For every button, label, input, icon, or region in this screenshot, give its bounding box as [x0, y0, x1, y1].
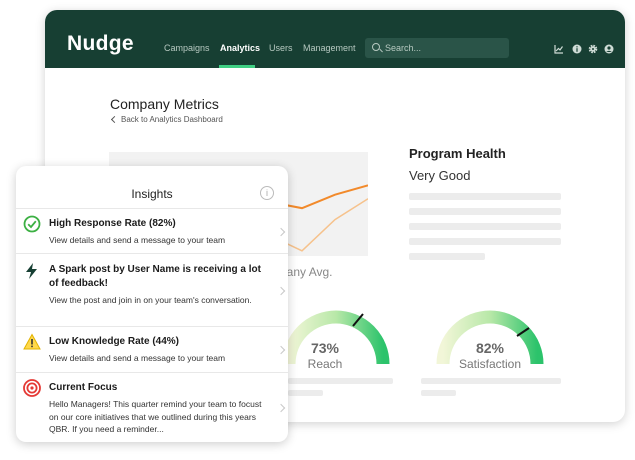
search-placeholder: Search...: [385, 43, 422, 53]
back-link[interactable]: Back to Analytics Dashboard: [110, 115, 223, 124]
placeholder-line: [409, 238, 561, 245]
back-link-label: Back to Analytics Dashboard: [121, 115, 223, 124]
insight-desc: View details and send a message to your …: [49, 353, 226, 363]
insights-title: Insights: [131, 187, 173, 201]
insight-title: High Response Rate (82%): [49, 218, 176, 229]
chevron-right-icon: [276, 286, 286, 296]
placeholder-line: [409, 223, 561, 230]
info-icon[interactable]: i: [260, 186, 274, 200]
insight-desc: View the post and join in on your team's…: [49, 295, 252, 305]
insight-title: A Spark post by User Name is receiving a…: [49, 264, 261, 289]
placeholder-line: [288, 378, 393, 384]
chevron-right-icon: [276, 227, 286, 237]
divider: [16, 208, 288, 209]
placeholder-line: [409, 208, 561, 215]
satisfaction-value: 82%: [475, 340, 505, 356]
nav-campaigns[interactable]: Campaigns: [164, 43, 210, 53]
target-icon: [23, 379, 41, 397]
chevron-right-icon: [276, 403, 286, 413]
placeholder-line: [421, 390, 456, 396]
user-icon[interactable]: [604, 44, 614, 54]
check-circle-icon: [23, 215, 41, 233]
insight-title: Low Knowledge Rate (44%): [49, 336, 180, 347]
chart-icon[interactable]: [554, 44, 564, 54]
info-icon[interactable]: [572, 44, 582, 54]
insight-desc: View details and send a message to your …: [49, 235, 226, 245]
insight-desc: Hello Managers! This quarter remind your…: [49, 399, 262, 434]
chevron-left-icon: [110, 115, 119, 124]
divider: [16, 372, 288, 373]
insight-title: Current Focus: [49, 382, 118, 393]
search-input[interactable]: Search...: [365, 38, 509, 58]
warning-icon: [23, 333, 41, 350]
program-health-title: Program Health: [409, 146, 506, 161]
placeholder-line: [288, 390, 323, 396]
insights-panel: Insights i High Response Rate (82%) View…: [16, 166, 288, 442]
top-nav-bar: Nudge Campaigns Analytics Users Manageme…: [45, 10, 625, 68]
placeholder-line: [409, 193, 561, 200]
nav-analytics[interactable]: Analytics: [220, 43, 260, 53]
divider: [16, 253, 288, 254]
divider: [16, 326, 288, 327]
placeholder-line: [409, 253, 485, 260]
gear-icon[interactable]: [588, 44, 598, 54]
chevron-right-icon: [276, 345, 286, 355]
app-logo[interactable]: Nudge: [67, 32, 134, 56]
placeholder-line: [421, 378, 561, 384]
program-health-value: Very Good: [409, 168, 471, 183]
satisfaction-label: Satisfaction: [458, 357, 522, 371]
reach-label: Reach: [307, 357, 343, 371]
active-tab-indicator: [219, 65, 255, 68]
search-icon: [372, 43, 380, 51]
nav-management[interactable]: Management: [303, 43, 356, 53]
lightning-icon: [26, 263, 37, 279]
page-title: Company Metrics: [110, 96, 219, 112]
nav-users[interactable]: Users: [269, 43, 293, 53]
reach-value: 73%: [310, 340, 340, 356]
